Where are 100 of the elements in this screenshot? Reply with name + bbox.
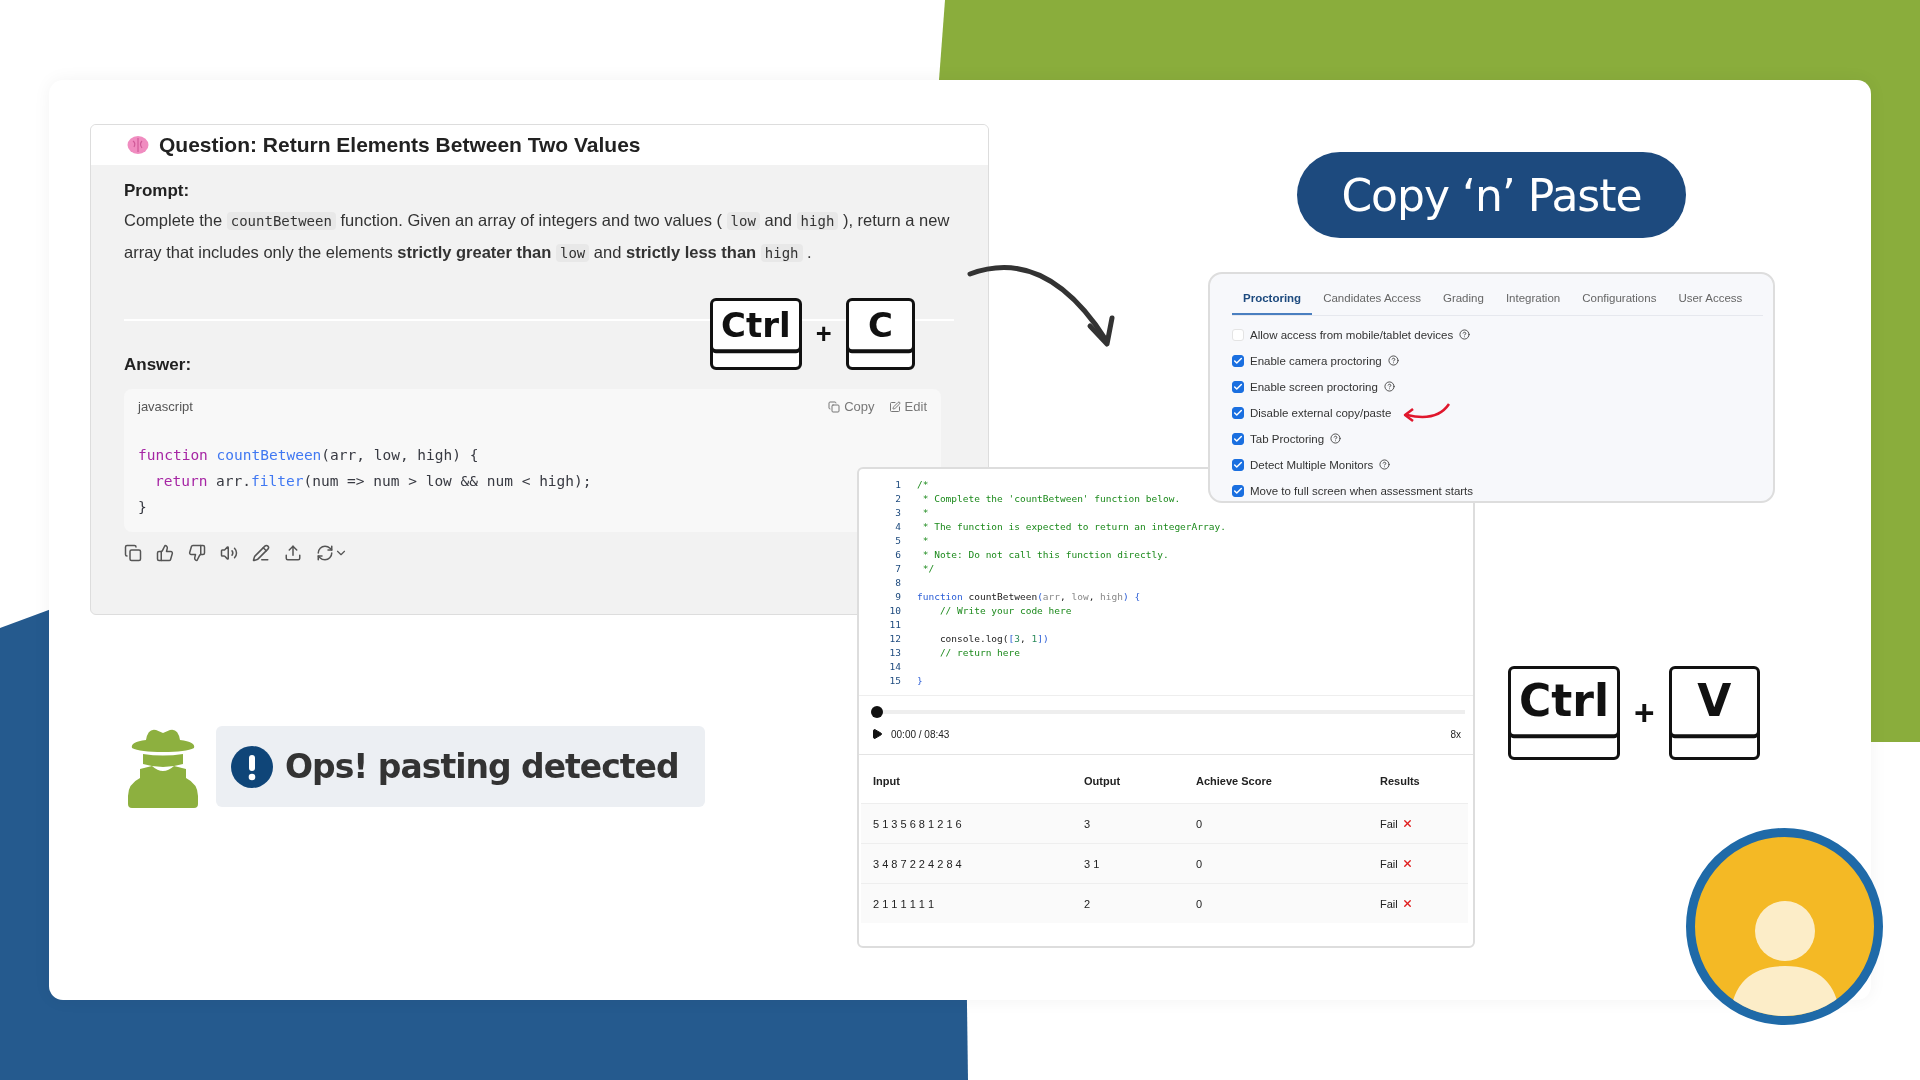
code-line: } <box>138 498 147 517</box>
table-cell: 2 1 1 1 1 1 1 <box>861 883 1072 923</box>
alert-message: Ops! pasting detected <box>285 747 679 786</box>
line-number: 15 <box>888 674 901 686</box>
table-cell: 0 <box>1184 843 1368 883</box>
copy-icon[interactable] <box>124 544 142 562</box>
help-icon[interactable] <box>1459 329 1471 340</box>
table-cell: 3 <box>1072 803 1184 843</box>
settings-tab[interactable]: Candidates Access <box>1312 284 1432 315</box>
checkbox[interactable] <box>1232 484 1244 497</box>
slider-thumb[interactable] <box>871 706 883 718</box>
line-number: 14 <box>888 660 901 672</box>
code-line: * Note: Do not call this function directly. <box>921 548 1169 560</box>
plus-sign: + <box>815 318 832 350</box>
line-number: 10 <box>888 604 901 616</box>
keyboard-key: C <box>845 298 916 370</box>
result-text: Fail <box>1380 817 1398 830</box>
line-number: 1 <box>894 478 901 490</box>
table-cell: 3 1 <box>1072 843 1184 883</box>
question-title: Question: Return Elements Between Two Values <box>159 133 641 157</box>
keyboard-key: Ctrl <box>1508 666 1621 760</box>
language-label: javascript <box>138 399 193 414</box>
headline: Copy ‘n’ Paste <box>1297 152 1686 238</box>
line-number: 8 <box>894 576 901 588</box>
option-label: Enable screen proctoring <box>1250 380 1378 393</box>
code-line: /* <box>917 478 929 490</box>
option-label: Tab Proctoring <box>1250 432 1325 445</box>
help-icon[interactable] <box>1387 355 1399 366</box>
checkbox[interactable] <box>1232 406 1244 419</box>
code-line: * Complete the 'countBetween' function below. <box>921 492 1181 504</box>
table-cell: 0 <box>1184 883 1368 923</box>
copy-icon <box>828 400 841 413</box>
result-text: Fail <box>1380 897 1398 910</box>
column-header: Input <box>872 774 901 789</box>
brain-icon <box>127 135 149 155</box>
help-icon[interactable] <box>1383 381 1395 392</box>
table-cell: 3 4 8 7 2 2 4 2 8 4 <box>861 843 1072 883</box>
code-line: * The function is expected to return an integerArray. <box>921 520 1226 532</box>
table-cell: 0 <box>1184 803 1368 843</box>
result-text: Fail <box>1380 857 1398 870</box>
line-number: 7 <box>894 562 901 574</box>
settings-tab[interactable]: User Access <box>1667 284 1754 315</box>
plus-sign: + <box>1634 693 1655 733</box>
checkbox[interactable] <box>1232 380 1244 393</box>
code-line: // Write your code here <box>938 604 1072 616</box>
prompt-label: Prompt: <box>124 181 191 201</box>
pencil-icon[interactable] <box>252 544 270 562</box>
checkbox[interactable] <box>1232 354 1244 367</box>
code-line: return arr.filter(num => num > low && num < high); <box>154 472 592 491</box>
keyboard-key: Ctrl <box>710 298 802 370</box>
prompt-text: Complete the countBetween function. Given an array of integers and two values ( low and high ), return a new array that includes only the elements strictly greater than low and strictly less than high . <box>124 210 951 264</box>
option-label: Allow access from mobile/tablet devices <box>1250 328 1454 341</box>
line-number: 12 <box>888 632 901 644</box>
option-label: Enable camera proctoring <box>1250 354 1382 367</box>
exclamation-icon <box>231 745 273 788</box>
table-cell: 2 <box>1072 883 1184 923</box>
column-header: Output <box>1083 774 1122 789</box>
playback-time: 00:00 / 08:43 <box>891 728 950 740</box>
play-icon[interactable] <box>871 728 883 740</box>
settings-tab[interactable]: Proctoring <box>1232 284 1313 315</box>
table-cell: 5 1 3 5 6 8 1 2 1 6 <box>861 803 1072 843</box>
code-line: function countBetween(arr, low, high) { <box>917 590 1141 602</box>
line-number: 13 <box>888 646 901 658</box>
column-header: Results <box>1379 774 1421 789</box>
checkbox[interactable] <box>1232 432 1244 445</box>
edit-icon <box>888 400 901 413</box>
line-number: 2 <box>894 492 901 504</box>
code-line: // return here <box>938 646 1020 658</box>
code-line: console.log([3, 1]) <box>938 632 1049 644</box>
thumbs-down-icon[interactable] <box>188 544 206 562</box>
playback-speed[interactable]: 8x <box>1450 728 1461 740</box>
code-line: * <box>921 534 929 546</box>
refresh-icon[interactable] <box>316 544 348 562</box>
help-icon[interactable] <box>1379 459 1391 470</box>
option-label: Move to full screen when assessment starts <box>1250 484 1474 497</box>
code-line: function countBetween(arr, low, high) { <box>138 446 479 465</box>
line-number: 6 <box>894 548 901 560</box>
settings-tab[interactable]: Configurations <box>1571 284 1668 315</box>
code-line: */ <box>921 562 935 574</box>
line-number: 5 <box>894 534 901 546</box>
thumbs-up-icon[interactable] <box>156 544 174 562</box>
line-number: 11 <box>888 618 901 630</box>
copy-button[interactable]: Copy <box>828 399 875 414</box>
answer-label: Answer: <box>124 355 193 375</box>
checkbox[interactable] <box>1232 458 1244 471</box>
option-label: Disable external copy/paste <box>1250 406 1392 419</box>
settings-tab[interactable]: Grading <box>1431 284 1495 315</box>
speaker-icon[interactable] <box>220 544 238 562</box>
code-line: * <box>921 506 929 518</box>
option-label: Detect Multiple Monitors <box>1250 458 1374 471</box>
column-header: Achieve Score <box>1195 774 1273 789</box>
settings-tab[interactable]: Integration <box>1494 284 1572 315</box>
line-number: 3 <box>894 506 901 518</box>
help-icon[interactable] <box>1330 433 1342 444</box>
line-number: 9 <box>894 590 901 602</box>
upload-icon[interactable] <box>284 544 302 562</box>
edit-button[interactable]: Edit <box>888 399 927 414</box>
line-number: 4 <box>894 520 901 532</box>
code-line: } <box>917 674 923 686</box>
keyboard-key: V <box>1668 666 1760 760</box>
